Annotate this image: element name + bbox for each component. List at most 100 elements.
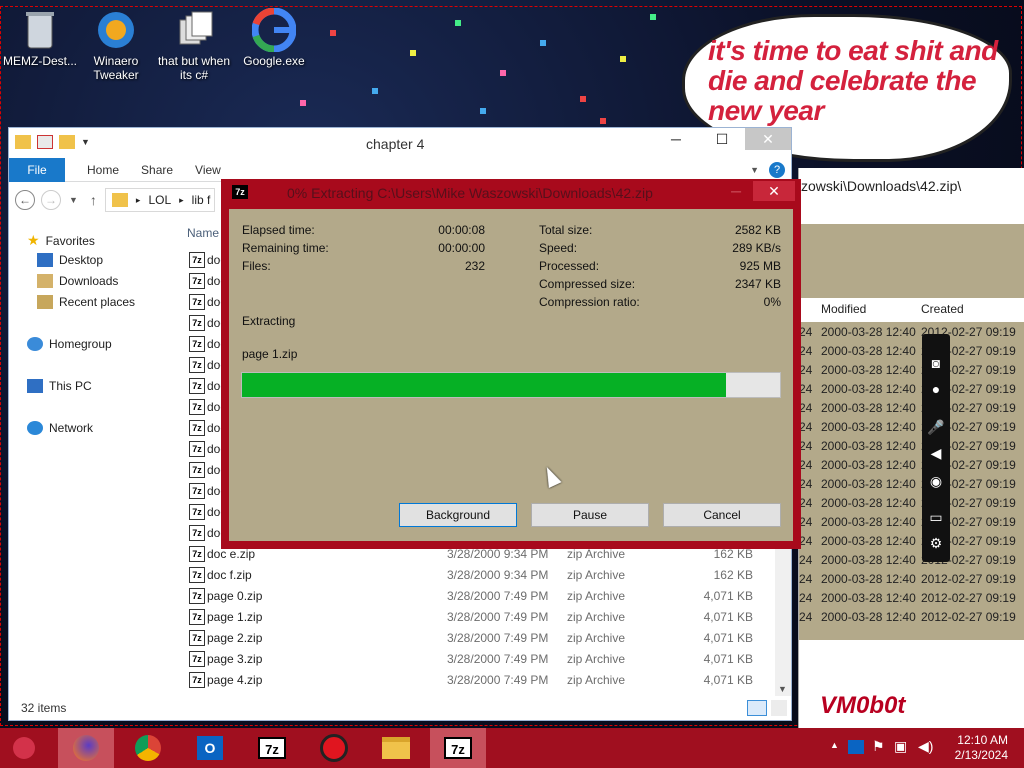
taskbar-file-explorer[interactable]: [368, 728, 424, 768]
archive-row[interactable]: 24 2000-03-28 12:40 2012-02-27 09:19: [799, 550, 1024, 569]
archive-row[interactable]: 24 2000-03-28 12:40 2012-02-27 09:19: [799, 417, 1024, 436]
record-icon[interactable]: ●: [927, 380, 945, 398]
taskbar-7zip[interactable]: 7z: [244, 728, 300, 768]
action-center-flag-icon[interactable]: ⚑: [872, 738, 885, 755]
up-icon[interactable]: ↑: [90, 192, 97, 208]
new-folder-icon[interactable]: [59, 135, 75, 149]
tab-file[interactable]: File: [9, 157, 65, 182]
archive-row[interactable]: 24 2000-03-28 12:40 2012-02-27 09:19: [799, 512, 1024, 531]
pause-button[interactable]: Pause: [531, 503, 649, 527]
taskbar-firefox[interactable]: [58, 728, 114, 768]
address-bar[interactable]: ▸ LOL ▸ lib f: [104, 188, 215, 212]
large-icons-view-icon[interactable]: [771, 700, 787, 716]
archive-row[interactable]: 24 2000-03-28 12:40 2012-02-27 09:19: [799, 455, 1024, 474]
file-name: page 4.zip: [207, 673, 263, 687]
archive-cell: 24: [799, 610, 813, 624]
recent-locations-icon[interactable]: ▼: [69, 195, 78, 205]
network-tray-icon[interactable]: ▣: [894, 738, 907, 755]
volume-icon[interactable]: ◀): [918, 738, 933, 755]
dialog-titlebar[interactable]: 7z 0% Extracting C:\Users\Mike Waszowski…: [221, 179, 801, 205]
sidebar-item-favorites[interactable]: ★ Favorites: [27, 232, 95, 249]
speaker-icon[interactable]: ◀: [927, 444, 945, 462]
outlook-tray-icon[interactable]: [848, 740, 864, 754]
7zip-active-icon: 7z: [444, 737, 472, 759]
file-row[interactable]: 7z page 3.zip 3/28/2000 7:49 PM zip Archive…: [185, 649, 775, 670]
archive-window[interactable]: zowski\Downloads\42.zip\ Modified Create…: [798, 168, 1024, 728]
archive-row[interactable]: 24 2000-03-28 12:40 2012-02-27 09:19: [799, 398, 1024, 417]
taskbar-chrome[interactable]: [120, 728, 176, 768]
file-row[interactable]: 7z page 4.zip 3/28/2000 7:49 PM zip Archive…: [185, 670, 775, 691]
settings-gear-icon[interactable]: ⚙: [927, 534, 945, 552]
explorer-titlebar[interactable]: ▼ chapter 4 ─ ☐ ✕: [9, 128, 791, 158]
taskbar-outlook[interactable]: O: [182, 728, 238, 768]
sidebar-item-homegroup[interactable]: Homegroup: [27, 337, 112, 351]
downloads-icon: [37, 274, 53, 288]
sidebar-item-downloads[interactable]: Downloads: [37, 274, 118, 288]
desktop-icon-google[interactable]: Google.exe: [234, 7, 314, 68]
archive-row[interactable]: 24 2000-03-28 12:40 2012-02-27 09:19: [799, 474, 1024, 493]
tab-home[interactable]: Home: [87, 163, 119, 177]
archive-row[interactable]: 24 2000-03-28 12:40 2012-02-27 09:19: [799, 436, 1024, 455]
archive-row[interactable]: 24 2000-03-28 12:40 2012-02-27 09:19: [799, 379, 1024, 398]
archive-modified: 2000-03-28 12:40: [821, 515, 916, 529]
minimize-button[interactable]: ─: [653, 128, 699, 150]
desktop-icon-memz[interactable]: MEMZ-Dest...: [0, 8, 80, 68]
tab-share[interactable]: Share: [141, 163, 173, 177]
file-date: 3/28/2000 7:49 PM: [447, 652, 549, 666]
cancel-button[interactable]: Cancel: [663, 503, 781, 527]
archive-modified: 2000-03-28 12:40: [821, 572, 916, 586]
outlook-icon: O: [197, 736, 223, 760]
desktop-icon-winaero[interactable]: Winaero Tweaker: [76, 8, 156, 82]
close-button[interactable]: ✕: [745, 128, 791, 150]
details-view-icon[interactable]: [747, 700, 767, 716]
file-row[interactable]: 7z page 2.zip 3/28/2000 7:49 PM zip Archive…: [185, 628, 775, 649]
chevron-down-icon[interactable]: ▼: [81, 137, 90, 147]
file-row[interactable]: 7z doc f.zip 3/28/2000 9:34 PM zip Archive 1…: [185, 565, 775, 586]
breadcrumb-lol[interactable]: LOL: [148, 193, 171, 207]
column-header-name[interactable]: Name: [187, 226, 219, 240]
navigation-pane: ★ Favorites Desktop Downloads Recent plac…: [9, 222, 179, 696]
background-button[interactable]: Background: [399, 503, 517, 527]
extract-dialog[interactable]: 7z 0% Extracting C:\Users\Mike Waszowski…: [221, 179, 801, 549]
back-icon[interactable]: ←: [15, 190, 35, 210]
chevron-down-icon[interactable]: ▼: [750, 165, 759, 175]
desktop-icon-csharp[interactable]: that but when its c#: [154, 8, 234, 82]
archive-row[interactable]: 24 2000-03-28 12:40 2012-02-27 09:19: [799, 322, 1024, 341]
archive-row[interactable]: 24 2000-03-28 12:40 2012-02-27 09:19: [799, 588, 1024, 607]
start-button[interactable]: [0, 728, 48, 768]
archive-row[interactable]: 24 2000-03-28 12:40 2012-02-27 09:19: [799, 341, 1024, 360]
microphone-icon[interactable]: 🎤: [927, 418, 945, 436]
file-row[interactable]: 7z page 1.zip 3/28/2000 7:49 PM zip Archive…: [185, 607, 775, 628]
tab-view[interactable]: View: [195, 163, 221, 177]
window-select-icon[interactable]: ▭: [927, 508, 945, 526]
sidebar-item-recent-places[interactable]: Recent places: [37, 295, 135, 309]
maximize-button[interactable]: ☐: [699, 128, 745, 150]
sidebar-item-this-pc[interactable]: This PC: [27, 379, 92, 393]
archive-row[interactable]: 24 2000-03-28 12:40 2012-02-27 09:19: [799, 607, 1024, 626]
archive-address[interactable]: zowski\Downloads\42.zip\: [801, 178, 961, 194]
taskbar-recorder[interactable]: [306, 728, 362, 768]
column-header-modified[interactable]: Modified: [821, 302, 866, 316]
show-hidden-icons-icon[interactable]: ▲: [830, 740, 839, 750]
minimize-button[interactable]: ─: [731, 183, 741, 199]
archive-row[interactable]: 24 2000-03-28 12:40 2012-02-27 09:19: [799, 569, 1024, 588]
file-row[interactable]: 7z page 0.zip 3/28/2000 7:49 PM zip Archive…: [185, 586, 775, 607]
archive-row[interactable]: 24 2000-03-28 12:40 2012-02-27 09:19: [799, 531, 1024, 550]
help-icon[interactable]: ?: [769, 162, 785, 178]
webcam-icon[interactable]: ◉: [927, 472, 945, 490]
breadcrumb-lib[interactable]: lib f: [192, 193, 211, 207]
archive-row[interactable]: 24 2000-03-28 12:40 2012-02-27 09:19: [799, 493, 1024, 512]
taskbar-clock[interactable]: 12:10 AM 2/13/2024: [955, 733, 1008, 763]
archive-modified: 2000-03-28 12:40: [821, 363, 916, 377]
sidebar-item-network[interactable]: Network: [27, 421, 93, 435]
taskbar-7zip-active[interactable]: 7z: [430, 728, 486, 768]
sidebar-item-desktop[interactable]: Desktop: [37, 253, 103, 267]
properties-icon[interactable]: [37, 135, 53, 149]
column-header-created[interactable]: Created: [921, 302, 964, 316]
archive-row[interactable]: 24 2000-03-28 12:40 2012-02-27 09:19: [799, 360, 1024, 379]
screenshot-icon[interactable]: ◙: [927, 354, 945, 372]
forward-icon[interactable]: →: [41, 190, 61, 210]
close-button[interactable]: ✕: [753, 181, 795, 201]
file-date: 3/28/2000 9:34 PM: [447, 547, 549, 561]
scroll-down-icon[interactable]: ▼: [778, 684, 787, 694]
